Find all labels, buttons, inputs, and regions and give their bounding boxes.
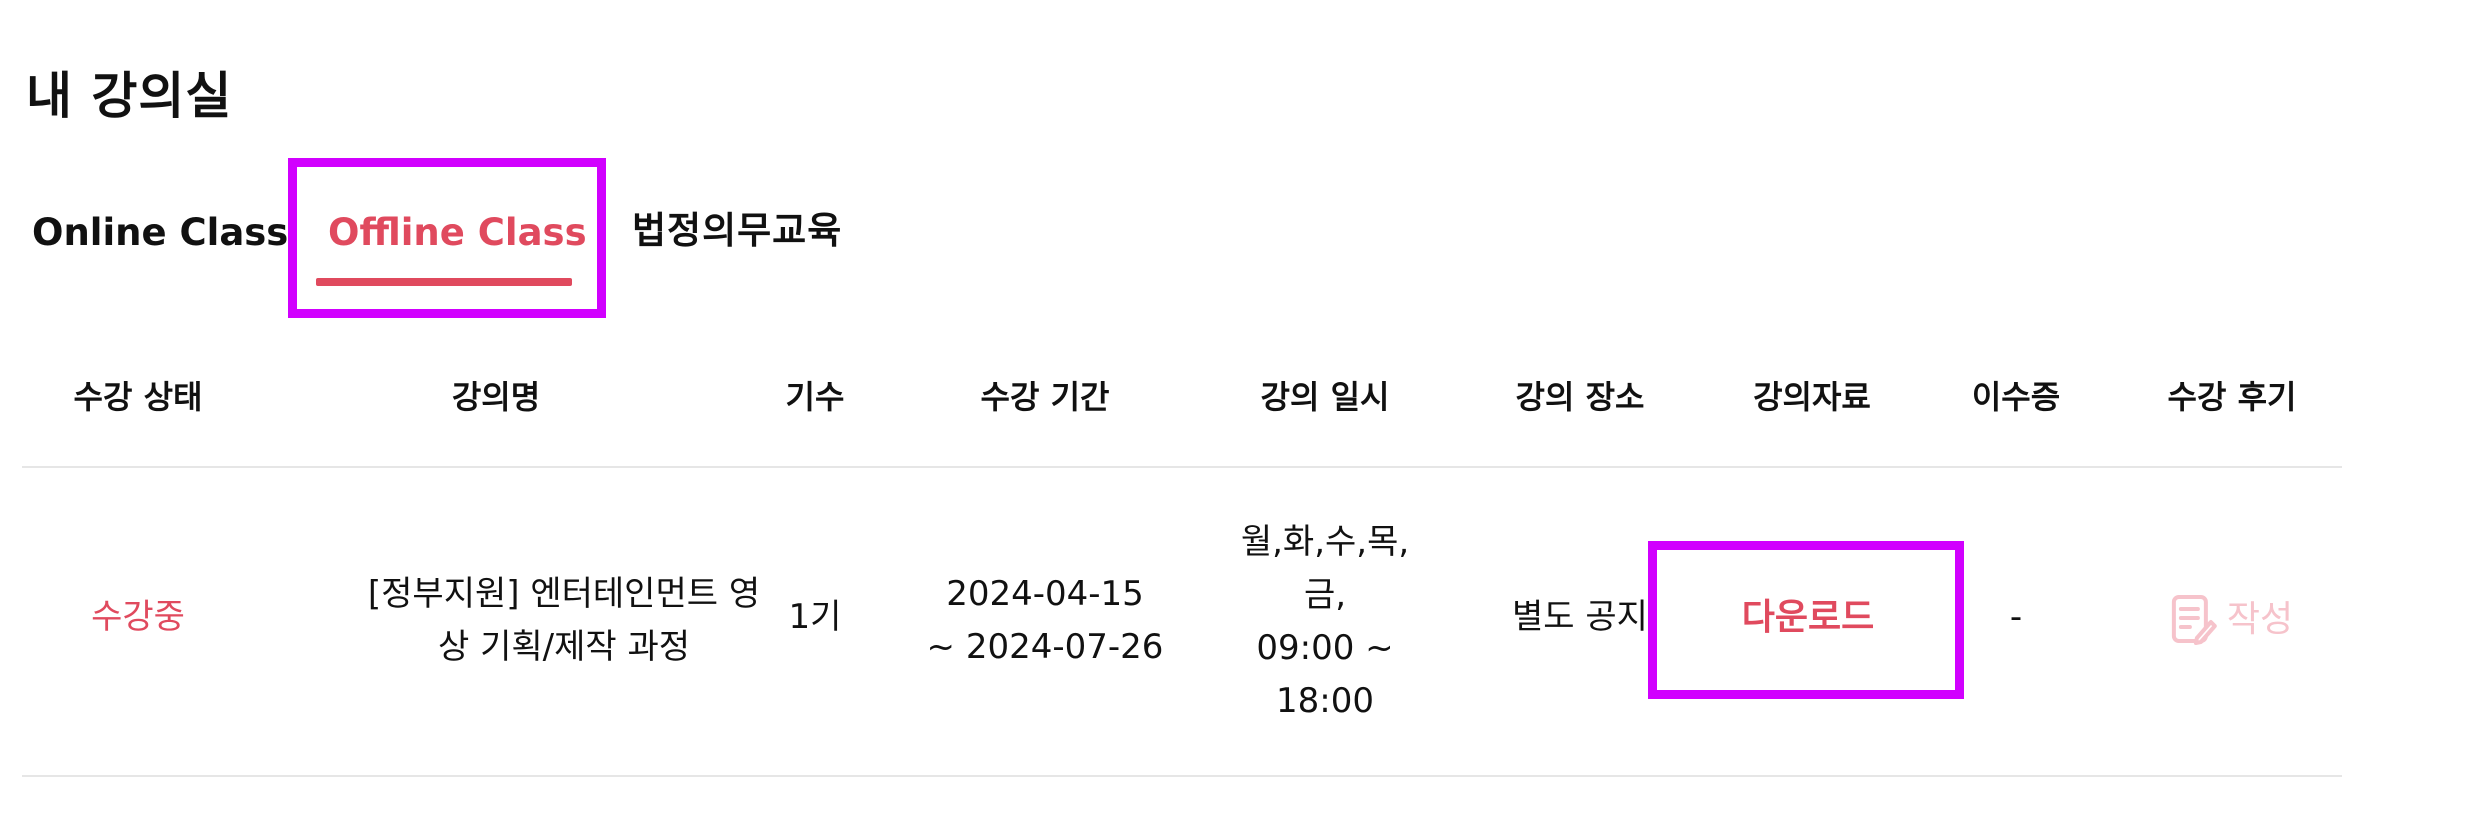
header-period: 수강 기간 <box>980 378 1110 416</box>
active-tab-indicator <box>316 278 572 286</box>
header-certificate: 이수증 <box>1971 378 2061 416</box>
period-start: 2024-04-15 <box>946 574 1144 614</box>
table-divider-bottom <box>22 775 2342 777</box>
tab-online-class[interactable]: Online Class <box>32 214 288 251</box>
location: 별도 공지 <box>1512 597 1648 637</box>
write-icon <box>2171 594 2217 646</box>
period: 2024-04-15 ~ 2024-07-26 <box>927 568 1164 674</box>
schedule-line: 18:00 <box>1276 681 1374 721</box>
header-course-name: 강의명 <box>451 378 541 416</box>
header-cohort: 기수 <box>785 378 845 416</box>
header-location: 강의 장소 <box>1515 378 1645 416</box>
status-badge: 수강중 <box>91 597 185 637</box>
write-review-button[interactable]: 작성 <box>2171 594 2293 646</box>
table-divider-top <box>22 466 2342 468</box>
cohort: 1기 <box>788 597 842 637</box>
schedule-line: 월,화,수,목, <box>1240 522 1410 562</box>
tab-offline-class[interactable]: Offline Class <box>328 214 587 251</box>
period-end: ~ 2024-07-26 <box>926 627 1164 667</box>
page-title: 내 강의실 <box>26 67 233 125</box>
schedule-line: 금, <box>1303 575 1347 615</box>
header-materials: 강의자료 <box>1753 378 1871 416</box>
schedule: 월,화,수,목, 금, 09:00 ~ 18:00 <box>1241 516 1409 728</box>
tab-legal-mandatory-education[interactable]: 법정의무교육 <box>632 212 842 249</box>
header-review: 수강 후기 <box>2167 378 2297 416</box>
course-name[interactable]: [정부지원] 엔터테인먼트 영 상 기획/제작 과정 <box>368 568 760 674</box>
certificate-value: - <box>2009 597 2023 637</box>
download-materials-button[interactable]: 다운로드 <box>1742 596 1874 639</box>
write-review-label: 작성 <box>2226 599 2294 641</box>
my-classroom-page: 내 강의실 Online Class Offline Class 법정의무교육 … <box>0 0 2469 827</box>
course-name-line: [정부지원] 엔터테인먼트 영 <box>367 574 761 614</box>
header-status: 수강 상태 <box>73 378 203 416</box>
schedule-line: 09:00 ~ <box>1256 628 1394 668</box>
header-schedule: 강의 일시 <box>1260 378 1390 416</box>
course-name-line: 상 기획/제작 과정 <box>437 627 691 667</box>
